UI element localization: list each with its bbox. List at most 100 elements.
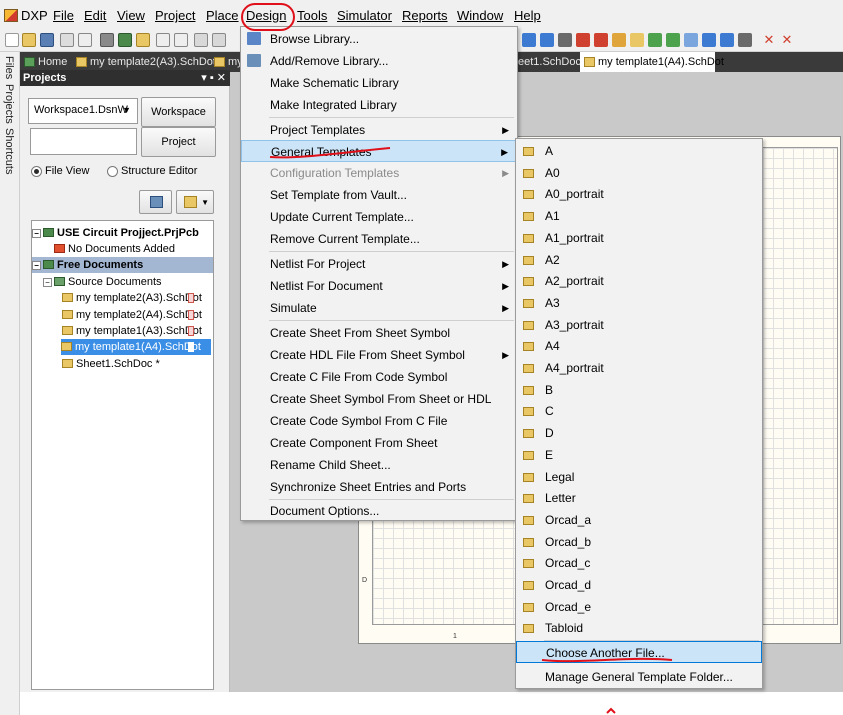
compile-button[interactable] bbox=[139, 190, 172, 214]
menu-item-netlist-for-document[interactable]: Netlist For Document ▶ bbox=[241, 275, 517, 297]
menu-item-simulate[interactable]: Simulate ▶ bbox=[241, 297, 517, 319]
move-icon[interactable] bbox=[212, 33, 226, 47]
template-item[interactable]: A3 bbox=[516, 292, 762, 314]
tree-free-documents[interactable]: − Free Documents bbox=[32, 257, 213, 273]
select-icon[interactable] bbox=[194, 33, 208, 47]
device-sheet-icon[interactable] bbox=[684, 33, 698, 47]
ground-icon[interactable] bbox=[576, 33, 590, 47]
sheet-entry-icon[interactable] bbox=[648, 33, 662, 47]
tree-no-documents[interactable]: No Documents Added bbox=[54, 241, 175, 257]
harness-icon[interactable] bbox=[702, 33, 716, 47]
template-item[interactable]: A4_portrait bbox=[516, 357, 762, 379]
template-item[interactable]: A1 bbox=[516, 205, 762, 227]
menu-item-configuration-templates[interactable]: Configuration Templates ▶ bbox=[241, 162, 517, 184]
menu-item-rename-child-sheet[interactable]: Rename Child Sheet... bbox=[241, 454, 517, 476]
menu-item-create-component[interactable]: Create Component From Sheet bbox=[241, 432, 517, 454]
tree-project[interactable]: − USE Circuit Projject.PrjPcb bbox=[32, 225, 199, 241]
tab-template1-a4[interactable]: my template1(A4).SchDot bbox=[580, 52, 724, 72]
menu-item-make-integrated-library[interactable]: Make Integrated Library bbox=[241, 94, 517, 116]
save-icon[interactable] bbox=[40, 33, 54, 47]
menu-place[interactable]: Place bbox=[206, 8, 239, 24]
menu-simulator[interactable]: Simulator bbox=[337, 8, 392, 24]
template-item[interactable]: B bbox=[516, 379, 762, 401]
menu-view[interactable]: View bbox=[117, 8, 145, 24]
tree-file[interactable]: Sheet1.SchDoc * bbox=[62, 356, 160, 372]
workspace-button[interactable]: Workspace bbox=[141, 97, 216, 127]
dxp-icon[interactable] bbox=[4, 9, 18, 22]
menu-item-update-current-template[interactable]: Update Current Template... bbox=[241, 206, 517, 228]
menu-item-create-code-symbol[interactable]: Create Code Symbol From C File bbox=[241, 410, 517, 432]
menu-dxp[interactable]: DXP bbox=[21, 8, 48, 24]
project-dropdown[interactable] bbox=[30, 128, 137, 155]
tab-home[interactable]: Home bbox=[20, 52, 72, 72]
menu-tools[interactable]: Tools bbox=[297, 8, 327, 24]
menu-item-add-remove-library[interactable]: Add/Remove Library... bbox=[241, 50, 517, 72]
tab-projects[interactable]: Projects bbox=[3, 84, 15, 124]
manage-template-folder-item[interactable]: Manage General Template Folder... bbox=[516, 666, 762, 688]
menu-project[interactable]: Project bbox=[155, 8, 195, 24]
tree-file[interactable]: my template2(A4).SchDot bbox=[62, 307, 202, 323]
template-item[interactable]: A2 bbox=[516, 249, 762, 271]
template-item[interactable]: Orcad_c bbox=[516, 552, 762, 574]
menu-item-remove-current-template[interactable]: Remove Current Template... bbox=[241, 228, 517, 250]
menu-item-create-hdl-file[interactable]: Create HDL File From Sheet Symbol ▶ bbox=[241, 344, 517, 366]
file-view-radio[interactable] bbox=[31, 166, 42, 177]
template-item[interactable]: A0_portrait bbox=[516, 183, 762, 205]
tab-shortcuts[interactable]: Shortcuts bbox=[3, 128, 15, 174]
tree-file[interactable]: my template1(A3).SchDot bbox=[62, 323, 202, 339]
net-label-icon[interactable] bbox=[558, 33, 572, 47]
tab-files[interactable]: Files bbox=[3, 56, 15, 79]
board-icon[interactable] bbox=[118, 33, 132, 47]
tree-file[interactable]: my template2(A3).SchDot bbox=[62, 290, 202, 306]
menu-item-set-template-from-vault[interactable]: Set Template from Vault... bbox=[241, 184, 517, 206]
chip-icon[interactable] bbox=[100, 33, 114, 47]
collapse-icon[interactable]: − bbox=[32, 229, 41, 238]
tab-template2-a3[interactable]: my template2(A3).SchDot * bbox=[72, 52, 232, 72]
template-item[interactable]: A4 bbox=[516, 335, 762, 357]
template-item[interactable]: Orcad_b bbox=[516, 531, 762, 553]
directive-icon[interactable] bbox=[738, 33, 752, 47]
options-dropdown-button[interactable]: ▼ bbox=[176, 190, 214, 214]
collapse-icon[interactable]: − bbox=[43, 278, 52, 287]
no-erc-icon[interactable]: ✕ bbox=[762, 33, 776, 47]
template-item[interactable]: Tabloid bbox=[516, 617, 762, 639]
zoom-icon[interactable] bbox=[156, 33, 170, 47]
template-item[interactable]: Orcad_e bbox=[516, 596, 762, 618]
menu-window[interactable]: Window bbox=[457, 8, 503, 24]
menu-item-document-options[interactable]: Document Options... bbox=[241, 500, 517, 522]
template-item[interactable]: Legal bbox=[516, 466, 762, 488]
menu-reports[interactable]: Reports bbox=[402, 8, 448, 24]
template-item[interactable]: C bbox=[516, 400, 762, 422]
template-item[interactable]: D bbox=[516, 422, 762, 444]
menu-item-create-sheet-from-symbol[interactable]: Create Sheet From Sheet Symbol bbox=[241, 322, 517, 344]
menu-item-netlist-for-project[interactable]: Netlist For Project ▶ bbox=[241, 253, 517, 275]
print-icon[interactable] bbox=[60, 33, 74, 47]
template-item[interactable]: A3_portrait bbox=[516, 314, 762, 336]
structure-editor-radio[interactable] bbox=[107, 166, 118, 177]
template-item[interactable]: Letter bbox=[516, 487, 762, 509]
collapse-icon[interactable]: − bbox=[32, 261, 41, 270]
template-item[interactable]: Orcad_a bbox=[516, 509, 762, 531]
menu-file[interactable]: File bbox=[53, 8, 74, 24]
print-preview-icon[interactable] bbox=[78, 33, 92, 47]
template-item[interactable]: A2_portrait bbox=[516, 270, 762, 292]
no-erc-alt-icon[interactable]: ✕ bbox=[780, 33, 794, 47]
template-item[interactable]: A bbox=[516, 140, 762, 162]
panel-controls[interactable]: ▾ ▪ ✕ bbox=[201, 70, 226, 86]
bus-icon[interactable] bbox=[540, 33, 554, 47]
new-file-icon[interactable] bbox=[5, 33, 19, 47]
template-item[interactable]: Orcad_d bbox=[516, 574, 762, 596]
power-port-icon[interactable] bbox=[594, 33, 608, 47]
project-button[interactable]: Project bbox=[141, 127, 216, 157]
menu-item-make-schematic-library[interactable]: Make Schematic Library bbox=[241, 72, 517, 94]
menu-item-project-templates[interactable]: Project Templates ▶ bbox=[241, 119, 517, 141]
menu-item-browse-library[interactable]: Browse Library... bbox=[241, 28, 517, 50]
menu-item-create-c-file[interactable]: Create C File From Code Symbol bbox=[241, 366, 517, 388]
open-folder-icon[interactable] bbox=[22, 33, 36, 47]
wire-icon[interactable] bbox=[522, 33, 536, 47]
menu-item-synchronize-sheet-entries[interactable]: Synchronize Sheet Entries and Ports bbox=[241, 476, 517, 498]
signal-harness-icon[interactable] bbox=[720, 33, 734, 47]
menu-help[interactable]: Help bbox=[514, 8, 541, 24]
sheet-symbol-icon[interactable] bbox=[630, 33, 644, 47]
part-icon[interactable] bbox=[612, 33, 626, 47]
